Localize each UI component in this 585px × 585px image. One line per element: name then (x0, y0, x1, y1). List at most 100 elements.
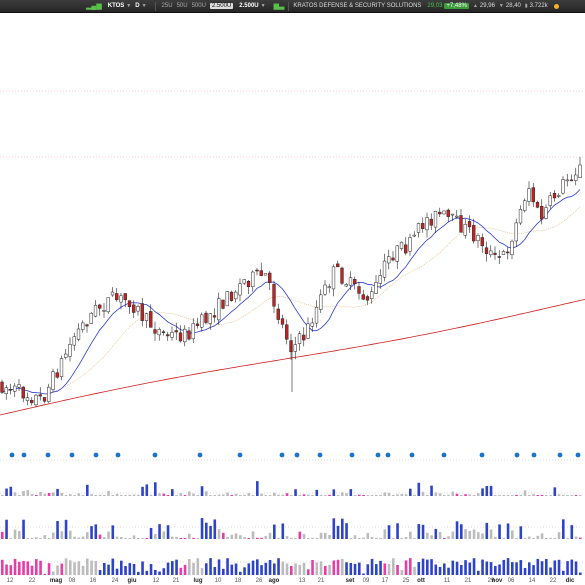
indicator-bar (285, 536, 289, 539)
indicator-bar (574, 561, 578, 575)
bar-count[interactable]: 2.500U (239, 3, 258, 9)
indicator-bar (302, 562, 306, 575)
volume-profile-icon[interactable]: ▆▃ (274, 2, 285, 10)
candle-body (387, 256, 391, 264)
indicator-bar (132, 535, 136, 539)
candle-body (323, 284, 327, 295)
candle-body (361, 294, 365, 300)
indicator-bar (511, 530, 514, 539)
indicator-bar (536, 535, 540, 539)
indicator-bar (226, 558, 229, 575)
indicator-bar (98, 570, 102, 575)
price-chart[interactable]: 12 22 mag 08 16 24 giu 12 21 lug 10 18 26 ago 13 21 set 0… (0, 13, 585, 585)
slow-moving-average (0, 299, 585, 416)
candle-body (123, 293, 127, 301)
signal-dot (21, 452, 27, 458)
candle-body (217, 298, 221, 321)
candle-body (166, 334, 170, 337)
candle-body (489, 250, 493, 256)
date-tick-label: mag (50, 578, 63, 584)
indicator-bar (328, 494, 331, 496)
indicator-bar (158, 571, 161, 575)
high-arrow-icon: ▲ (472, 3, 478, 9)
last-price: 29,03 (427, 3, 443, 9)
indicator-bar (477, 570, 480, 575)
candle-body (429, 218, 433, 226)
candle-body (467, 221, 472, 228)
indicator-bar (460, 524, 463, 539)
indicator-bar (81, 565, 85, 575)
indicator-bar (472, 495, 476, 496)
indicator-bar (523, 490, 527, 496)
timeframe-button[interactable]: 25U (162, 3, 173, 9)
indicator-bar (400, 569, 404, 575)
timeframe-button[interactable]: 50U (177, 3, 188, 9)
indicator-bar (239, 494, 242, 496)
chart-toolbar: ▂▄▆ KTOS ▼ D ▼ 25U 50U 500U 2.500U 2.500… (0, 0, 585, 13)
indicator-bar (205, 563, 208, 575)
indicator-bar (188, 559, 191, 575)
mid-moving-average (1, 206, 581, 395)
indicator-bar (311, 495, 314, 496)
indicator-bar (137, 571, 140, 575)
indicator-bar (209, 525, 212, 539)
indicator-bar (69, 494, 72, 496)
chevron-down-icon[interactable]: ▼ (261, 3, 266, 9)
indicator-bar (294, 563, 297, 575)
indicator-bar (421, 558, 425, 575)
candle-body (472, 225, 476, 242)
indicator-bar (39, 560, 42, 575)
indicator-bar (511, 562, 514, 575)
indicator-bar (485, 486, 489, 496)
indicator-bar (285, 563, 289, 575)
indicator-bar (145, 537, 149, 539)
indicator-bar (256, 537, 259, 539)
indicator-bar (56, 521, 59, 539)
signal-dot (557, 452, 563, 458)
indicator-bar (362, 573, 365, 575)
status-dot-icon (553, 3, 559, 9)
indicator-bar (128, 563, 132, 575)
timeframe-button[interactable]: 500U (192, 3, 206, 9)
candle-body (557, 195, 561, 197)
indicator-bar (464, 494, 467, 496)
candle-body (336, 263, 340, 268)
indicator-bar (35, 537, 38, 539)
indicator-bar (506, 523, 510, 539)
candle-body (395, 245, 399, 262)
candle-body (276, 308, 280, 320)
indicator-bar (103, 495, 106, 496)
candle-body (382, 260, 387, 278)
indicator-bar (557, 494, 561, 496)
indicator-bar (64, 519, 68, 539)
indicator-bar (358, 562, 361, 575)
candle-body (480, 237, 484, 247)
candle-body (238, 283, 242, 296)
timeframe-button-active[interactable]: 2.500U (209, 3, 234, 9)
indicator-bar (200, 568, 204, 575)
indicator-bar (290, 565, 293, 575)
chevron-down-icon[interactable]: ▼ (142, 3, 147, 9)
indicator-bar (90, 526, 93, 539)
indicator-bar (481, 488, 484, 496)
chart-type-icon[interactable]: ▂▄▆ (86, 2, 102, 10)
candle-body (544, 207, 548, 219)
indicator-bar (528, 536, 531, 539)
indicator-bar (460, 494, 463, 496)
chevron-down-icon[interactable]: ▼ (126, 3, 131, 9)
candle-body (404, 244, 408, 254)
candle-body (251, 271, 255, 288)
candle-body (518, 209, 523, 224)
indicator-bar (481, 533, 484, 539)
indicator-bar (451, 491, 455, 496)
indicator-bar (566, 561, 569, 575)
candle-body (455, 215, 459, 218)
indicator-bar (56, 565, 59, 575)
signal-dot (375, 452, 381, 458)
symbol-selector[interactable]: KTOS (108, 3, 125, 9)
candle-body (331, 266, 336, 290)
interval-selector[interactable]: D (135, 3, 139, 9)
candle-body (153, 329, 157, 334)
indicator-bar (532, 565, 535, 575)
date-tick-label: 14 (529, 578, 536, 584)
